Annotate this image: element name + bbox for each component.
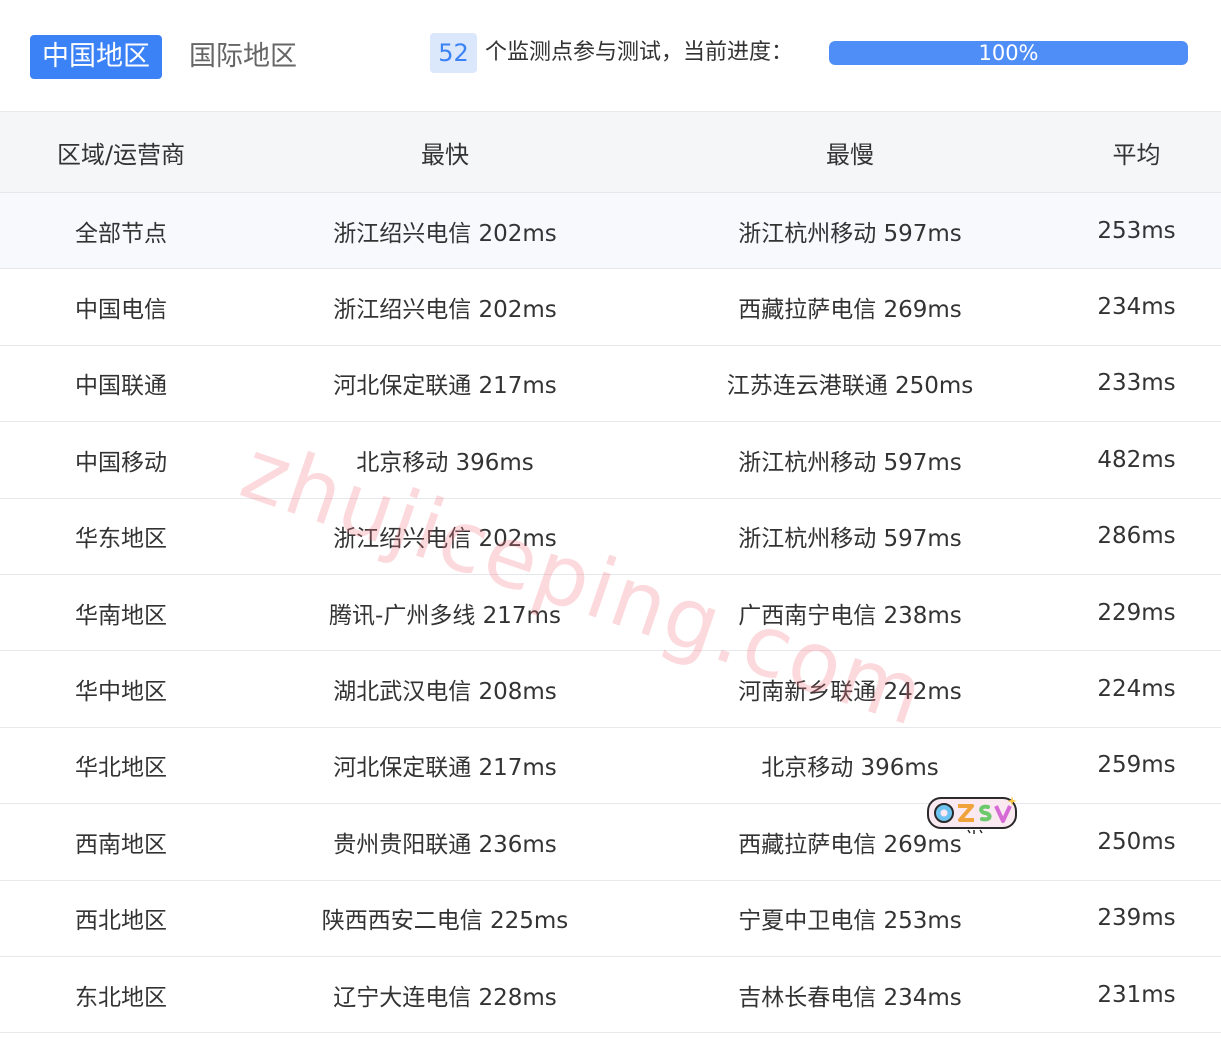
- cell-region: 中国联通: [75, 373, 167, 400]
- progress-caption: 个监测点参与测试，当前进度：: [485, 40, 794, 65]
- cell-average: 231ms: [1097, 981, 1176, 1008]
- cell-fastest: 河北保定联通 217ms: [333, 373, 557, 400]
- table-body: 全部节点 浙江绍兴电信 202ms 浙江杭州移动 597ms 253ms 中国电信 浙江绍…: [0, 193, 1221, 1034]
- cell-slowest: 浙江杭州移动 597ms: [738, 220, 962, 247]
- cell-slowest: 吉林长春电信 234ms: [738, 984, 962, 1011]
- cell-slowest: 广西南宁电信 238ms: [738, 602, 962, 629]
- progress-bar: 100%: [829, 41, 1188, 65]
- cell-average: 259ms: [1097, 752, 1176, 779]
- cell-region: 东北地区: [75, 984, 167, 1011]
- cell-average: 482ms: [1097, 446, 1176, 473]
- row-northeast[interactable]: 东北地区 辽宁大连电信 228ms 吉林长春电信 234ms 231ms: [0, 956, 1221, 1034]
- cell-region: 西北地区: [75, 908, 167, 935]
- row-all-nodes[interactable]: 全部节点 浙江绍兴电信 202ms 浙江杭州移动 597ms 253ms: [0, 193, 1221, 270]
- cell-slowest: 西藏拉萨电信 269ms: [738, 831, 962, 858]
- cell-region: 华东地区: [75, 526, 167, 553]
- progress-label: 100%: [978, 41, 1039, 65]
- cell-fastest: 辽宁大连电信 228ms: [333, 984, 557, 1011]
- cell-region: 华中地区: [75, 679, 167, 706]
- cell-average: 253ms: [1097, 217, 1176, 244]
- top-bar: 中国地区 国际地区 52 个监测点参与测试，当前进度： 100%: [0, 0, 1221, 112]
- row-south-china[interactable]: 华南地区 腾讯-广州多线 217ms 广西南宁电信 238ms 229ms: [0, 574, 1221, 652]
- column-header-slowest[interactable]: 最慢: [648, 135, 1052, 170]
- cell-fastest: 贵州贵阳联通 236ms: [333, 831, 557, 858]
- monitor-count-badge: 52: [430, 33, 477, 73]
- row-north-china[interactable]: 华北地区 河北保定联通 217ms 北京移动 396ms 259ms: [0, 727, 1221, 805]
- cell-average: 233ms: [1097, 370, 1176, 397]
- tab-international-region[interactable]: 国际地区: [179, 35, 307, 79]
- cell-slowest: 浙江杭州移动 597ms: [738, 526, 962, 553]
- cell-region: 中国移动: [75, 449, 167, 476]
- cell-slowest: 浙江杭州移动 597ms: [738, 449, 962, 476]
- cell-slowest: 河南新乡联通 242ms: [738, 679, 962, 706]
- cell-average: 224ms: [1097, 676, 1176, 703]
- cell-fastest: 湖北武汉电信 208ms: [333, 679, 557, 706]
- row-china-telecom[interactable]: 中国电信 浙江绍兴电信 202ms 西藏拉萨电信 269ms 234ms: [0, 269, 1221, 346]
- cell-region: 西南地区: [75, 831, 167, 858]
- cell-fastest: 腾讯-广州多线 217ms: [329, 602, 561, 629]
- cell-region: 全部节点: [75, 220, 167, 247]
- cell-fastest: 北京移动 396ms: [356, 449, 534, 476]
- cell-average: 286ms: [1097, 523, 1176, 550]
- row-china-unicom[interactable]: 中国联通 河北保定联通 217ms 江苏连云港联通 250ms 233ms: [0, 345, 1221, 423]
- latency-table: 区域/运营商 最快 最慢 平均 全部节点 浙江绍兴电信 202ms 浙江杭州移动 5…: [0, 112, 1221, 1034]
- cell-fastest: 河北保定联通 217ms: [333, 755, 557, 782]
- cell-region: 华南地区: [75, 602, 167, 629]
- row-central-china[interactable]: 华中地区 湖北武汉电信 208ms 河南新乡联通 242ms 224ms: [0, 651, 1221, 728]
- column-header-region[interactable]: 区域/运营商: [0, 135, 242, 170]
- row-china-mobile[interactable]: 中国移动 北京移动 396ms 浙江杭州移动 597ms 482ms: [0, 422, 1221, 499]
- cell-average: 234ms: [1097, 294, 1176, 321]
- cell-fastest: 浙江绍兴电信 202ms: [333, 220, 557, 247]
- cell-fastest: 陕西西安二电信 225ms: [321, 908, 569, 935]
- table-header: 区域/运营商 最快 最慢 平均: [0, 112, 1221, 193]
- row-northwest[interactable]: 西北地区 陕西西安二电信 225ms 宁夏中卫电信 253ms 239ms: [0, 880, 1221, 957]
- cell-slowest: 北京移动 396ms: [761, 755, 939, 782]
- cell-fastest: 浙江绍兴电信 202ms: [333, 297, 557, 324]
- tab-china-region[interactable]: 中国地区: [30, 35, 162, 79]
- cell-average: 229ms: [1097, 599, 1176, 626]
- column-header-fastest[interactable]: 最快: [242, 135, 648, 170]
- row-southwest[interactable]: 西南地区 贵州贵阳联通 236ms 西藏拉萨电信 269ms 250ms: [0, 804, 1221, 881]
- cell-slowest: 江苏连云港联通 250ms: [726, 373, 974, 400]
- cell-slowest: 宁夏中卫电信 253ms: [738, 908, 962, 935]
- cell-average: 250ms: [1097, 828, 1176, 855]
- cell-region: 中国电信: [75, 297, 167, 324]
- cell-fastest: 浙江绍兴电信 202ms: [333, 526, 557, 553]
- cell-average: 239ms: [1097, 905, 1176, 932]
- cell-slowest: 西藏拉萨电信 269ms: [738, 297, 962, 324]
- cell-region: 华北地区: [75, 755, 167, 782]
- row-east-china[interactable]: 华东地区 浙江绍兴电信 202ms 浙江杭州移动 597ms 286ms: [0, 498, 1221, 575]
- column-header-average[interactable]: 平均: [1052, 135, 1221, 170]
